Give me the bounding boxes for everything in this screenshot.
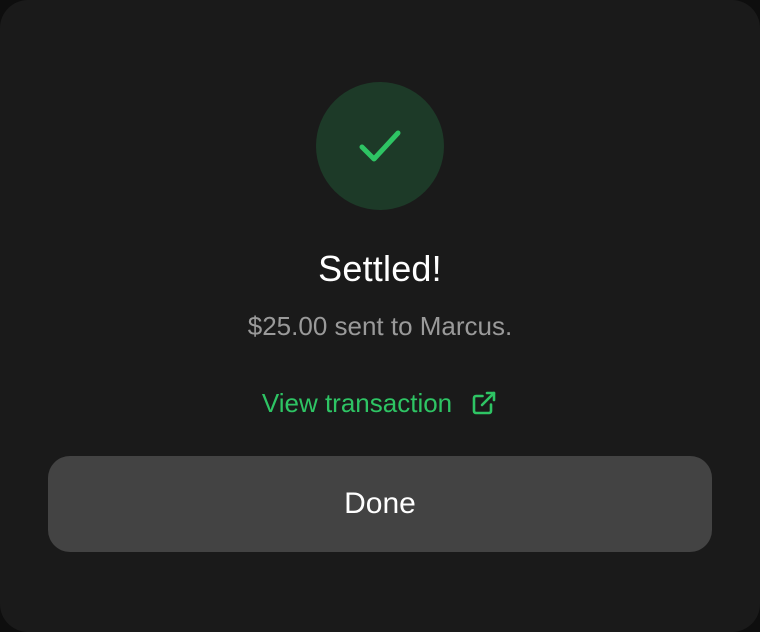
checkmark-icon <box>356 122 404 170</box>
done-button[interactable]: Done <box>48 456 712 552</box>
settlement-message: $25.00 sent to Marcus. <box>247 311 513 341</box>
external-link-icon <box>470 389 498 417</box>
view-transaction-link[interactable]: View transaction <box>0 386 760 420</box>
view-transaction-label: View transaction <box>261 388 453 418</box>
success-badge <box>316 82 444 210</box>
settlement-success-dialog: Settled! $25.00 sent to Marcus. View tra… <box>0 0 760 632</box>
dialog-title: Settled! <box>318 248 442 289</box>
